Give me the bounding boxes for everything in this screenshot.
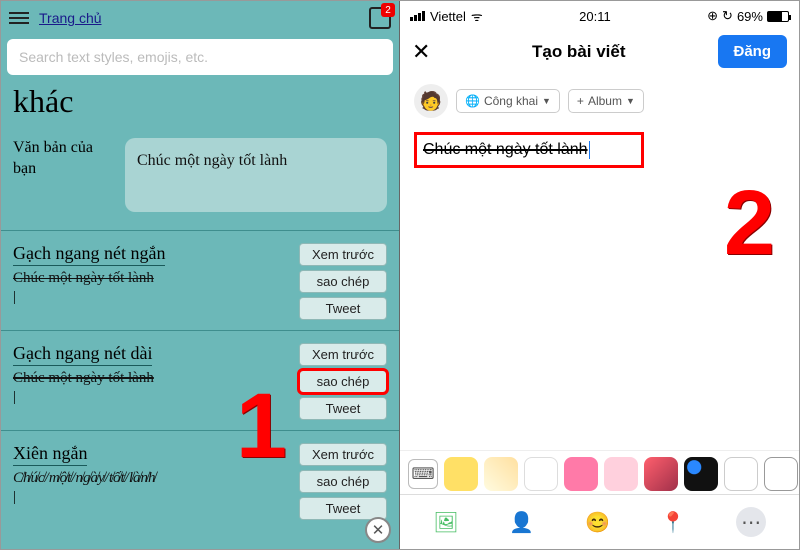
style-title: Gạch ngang nét dài: [13, 343, 152, 366]
annotation-2: 2: [724, 171, 775, 276]
battery-pct: 69%: [737, 9, 763, 24]
preview-button[interactable]: Xem trước: [299, 243, 387, 266]
compose-text: Chúc một ngày tốt lành: [423, 141, 588, 158]
location-icon[interactable]: 📍: [660, 509, 686, 535]
compose-input[interactable]: Chúc một ngày tốt lành: [414, 132, 644, 168]
style-title: Xiên ngắn: [13, 443, 87, 466]
style-title: Gạch ngang nét ngắn: [13, 243, 165, 266]
battery-icon: [767, 11, 789, 22]
avatar[interactable]: 🧑: [414, 84, 448, 118]
status-bar: Viettel ᯤ 20:11 ⊕ ↻ 69%: [400, 1, 799, 27]
more-icon[interactable]: ⋯: [736, 507, 766, 537]
section-heading: khác: [1, 83, 399, 128]
tweet-button[interactable]: Tweet: [299, 297, 387, 320]
home-link[interactable]: Trang chủ: [39, 10, 102, 26]
audience-chip[interactable]: 🌐 Công khai ▼: [456, 89, 560, 113]
chevron-down-icon: ▼: [626, 96, 635, 106]
plus-icon: +: [577, 94, 584, 108]
post-button[interactable]: Đăng: [718, 35, 788, 68]
signal-icon: [410, 11, 425, 21]
tag-people-icon[interactable]: 👤: [509, 509, 535, 535]
bg-swatch-pattern[interactable]: [484, 457, 518, 491]
carrier: Viettel: [430, 9, 466, 24]
facebook-compose: Viettel ᯤ 20:11 ⊕ ↻ 69% ✕ Tạo bài viết Đ…: [400, 1, 799, 549]
bg-swatch-rings[interactable]: [724, 457, 758, 491]
style-short-strike: Gạch ngang nét ngắn Chúc một ngày tốt là…: [1, 237, 399, 330]
feeling-icon[interactable]: 😊: [584, 509, 610, 535]
preview-button[interactable]: Xem trước: [299, 443, 387, 466]
close-button[interactable]: ✕: [412, 39, 440, 65]
bg-swatch-keyboard[interactable]: ⌨: [408, 459, 438, 489]
copy-button[interactable]: sao chép: [299, 270, 387, 293]
clipboard-icon[interactable]: 2: [369, 7, 391, 29]
album-chip[interactable]: + Album ▼: [568, 89, 644, 113]
bg-swatch-emoji-yellow[interactable]: [444, 457, 478, 491]
copy-button[interactable]: sao chép: [299, 370, 387, 393]
preview-button[interactable]: Xem trước: [299, 343, 387, 366]
chevron-down-icon: ▼: [542, 96, 551, 106]
action-bar: 🖼 👤 😊 📍 ⋯: [400, 494, 799, 549]
your-text-input[interactable]: Chúc một ngày tốt lành: [125, 138, 387, 212]
page-title: Tạo bài viết: [440, 42, 718, 62]
photo-icon[interactable]: 🖼: [433, 509, 459, 535]
style-sample: Chúc một ngày tốt lành: [13, 270, 291, 287]
text-style-app: Trang chủ 2 khác Văn bản của bạn Chúc mộ…: [1, 1, 400, 549]
style-slash: Xiên ngắn C̸h̸ú̸c̸/m̸ộ̸t̸/n̸g̸à̸y̸/t̸ố̸t…: [1, 437, 399, 530]
your-text-label: Văn bản của bạn: [13, 138, 113, 180]
text-cursor: [589, 141, 590, 159]
background-picker: ⌨: [400, 450, 799, 497]
tweet-button[interactable]: Tweet: [299, 397, 387, 420]
bg-swatch-heart[interactable]: [604, 457, 638, 491]
alarm-icon: ⊕: [707, 8, 718, 24]
bg-swatch-grid[interactable]: [764, 457, 798, 491]
bg-swatch-pink[interactable]: [564, 457, 598, 491]
globe-icon: 🌐: [465, 94, 480, 108]
menu-icon[interactable]: [9, 12, 29, 24]
rotate-lock-icon: ↻: [722, 8, 733, 24]
wifi-icon: ᯤ: [471, 7, 483, 25]
copy-button[interactable]: sao chép: [299, 470, 387, 493]
style-long-strike: Gạch ngang nét dài Chúc một ngày tốt làn…: [1, 337, 399, 430]
clock: 20:11: [579, 9, 611, 24]
annotation-1: 1: [236, 374, 287, 479]
bg-swatch-red-grad[interactable]: [644, 457, 678, 491]
close-icon[interactable]: ✕: [365, 517, 391, 543]
bg-swatch-blank[interactable]: [524, 457, 558, 491]
notif-badge: 2: [381, 3, 395, 17]
search-input[interactable]: [7, 39, 393, 75]
bg-swatch-dark[interactable]: [684, 457, 718, 491]
